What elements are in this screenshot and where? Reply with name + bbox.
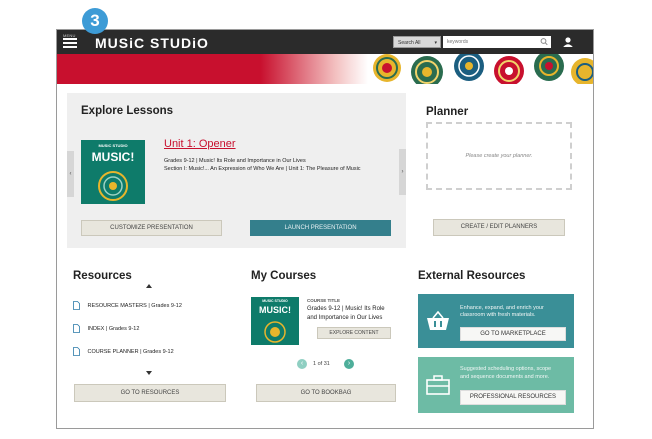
document-icon xyxy=(73,324,80,333)
hamburger-icon xyxy=(63,38,77,40)
pagination: 1 of 31 xyxy=(313,361,330,367)
page-prev-button[interactable]: ‹ xyxy=(297,359,307,369)
resource-item-label: INDEX | Grades 9-12 xyxy=(87,325,140,332)
resource-item-label: RESOURCE MASTERS | Grades 9-12 xyxy=(87,302,182,309)
resource-item[interactable]: INDEX | Grades 9-12 xyxy=(73,324,139,333)
resources-heading: Resources xyxy=(73,270,132,282)
resource-item-label: COURSE PLANNER | Grades 9-12 xyxy=(87,348,174,355)
step-number-badge: 3 xyxy=(82,8,108,34)
explore-lessons-panel: Explore Lessons ‹ MUSIC STUDIO MUSIC! Un… xyxy=(67,93,406,248)
professional-text-line2: and sequence documents and more. xyxy=(460,374,550,380)
professional-resources-button[interactable]: PROFESSIONAL RESOURCES xyxy=(460,390,566,405)
go-to-marketplace-button[interactable]: GO TO MARKETPLACE xyxy=(460,327,566,341)
document-icon xyxy=(73,347,80,356)
course-cover-image[interactable]: MUSIC STUDIO MUSIC! xyxy=(251,297,299,345)
resource-item[interactable]: RESOURCE MASTERS | Grades 9-12 xyxy=(73,301,182,310)
search-scope-select[interactable]: Search All ▾ xyxy=(393,36,441,48)
chevron-down-icon: ▾ xyxy=(434,40,437,46)
professional-text-line1: Suggested scheduling options, scope xyxy=(460,366,552,372)
professional-resources-card: Suggested scheduling options, scope and … xyxy=(418,357,574,413)
menu-button[interactable]: MENU xyxy=(63,33,79,51)
document-icon xyxy=(73,301,80,310)
briefcase-icon xyxy=(426,375,450,395)
app-window: MENU MUSiC STUDiO Search All ▾ keywords … xyxy=(56,29,594,429)
scroll-down-icon[interactable] xyxy=(146,371,152,375)
explore-content-button[interactable]: EXPLORE CONTENT xyxy=(317,327,391,339)
scroll-up-icon[interactable] xyxy=(146,284,152,288)
course-name-line2: and Importance in Our Lives xyxy=(307,315,383,321)
page-total: 31 xyxy=(323,361,330,367)
page-of: of xyxy=(317,361,323,367)
course-cover-art-image xyxy=(264,321,286,343)
previous-lesson-arrow[interactable]: ‹ xyxy=(67,151,74,197)
planner-empty-box[interactable]: Please create your planner. xyxy=(426,122,572,190)
external-resources-heading: External Resources xyxy=(418,270,526,282)
marketplace-text-line1: Enhance, expand, and enrich your xyxy=(460,305,544,311)
hero-banner xyxy=(57,54,593,84)
search-icon[interactable] xyxy=(539,36,549,48)
my-courses-heading: My Courses xyxy=(251,270,317,282)
page-current: 1 xyxy=(313,361,317,367)
cover-brand: MUSIC STUDIO xyxy=(98,143,128,148)
lesson-grade-line: Grades 9-12 | Music! Its Role and Import… xyxy=(164,158,306,164)
go-to-resources-button[interactable]: GO TO RESOURCES xyxy=(74,384,226,402)
resource-item[interactable]: COURSE PLANNER | Grades 9-12 xyxy=(73,347,174,356)
course-name-line1: Grades 9-12 | Music! Its Role xyxy=(307,306,385,312)
course-cover-title: MUSIC! xyxy=(259,305,291,315)
top-bar: MENU MUSiC STUDiO Search All ▾ xyxy=(57,30,593,54)
customize-presentation-button[interactable]: CUSTOMIZE PRESENTATION xyxy=(81,220,222,236)
hamburger-icon-line xyxy=(63,42,77,44)
cover-title: MUSIC! xyxy=(91,150,135,164)
search-input[interactable] xyxy=(443,36,551,48)
user-icon[interactable] xyxy=(561,35,575,49)
search-scope-value: Search All xyxy=(398,40,421,46)
explore-lessons-heading: Explore Lessons xyxy=(81,105,174,117)
create-edit-planners-button[interactable]: CREATE / EDIT PLANNERS xyxy=(433,219,565,236)
course-cover-brand: MUSIC STUDIO xyxy=(262,299,288,303)
launch-presentation-button[interactable]: LAUNCH PRESENTATION xyxy=(250,220,391,236)
page-next-button[interactable]: › xyxy=(344,359,354,369)
app-logo[interactable]: MUSiC STUDiO xyxy=(95,35,209,51)
planner-heading: Planner xyxy=(426,106,469,118)
marketplace-card: Enhance, expand, and enrich your classro… xyxy=(418,294,574,348)
marketplace-text-line2: classroom with fresh materials. xyxy=(460,312,536,318)
course-title-label: COURSE TITLE xyxy=(307,298,341,303)
basket-icon xyxy=(427,311,449,330)
cover-art-image xyxy=(98,171,128,201)
lesson-cover-image[interactable]: MUSIC STUDIO MUSIC! xyxy=(81,140,145,204)
decorative-pattern-image xyxy=(373,54,593,84)
lesson-section-line: Section I: Music!... An Expression of Wh… xyxy=(164,166,361,172)
unit-title-link[interactable]: Unit 1: Opener xyxy=(164,138,236,150)
next-lesson-arrow[interactable]: › xyxy=(399,149,406,195)
go-to-bookbag-button[interactable]: GO TO BOOKBAG xyxy=(256,384,396,402)
hamburger-icon-line xyxy=(63,46,77,48)
